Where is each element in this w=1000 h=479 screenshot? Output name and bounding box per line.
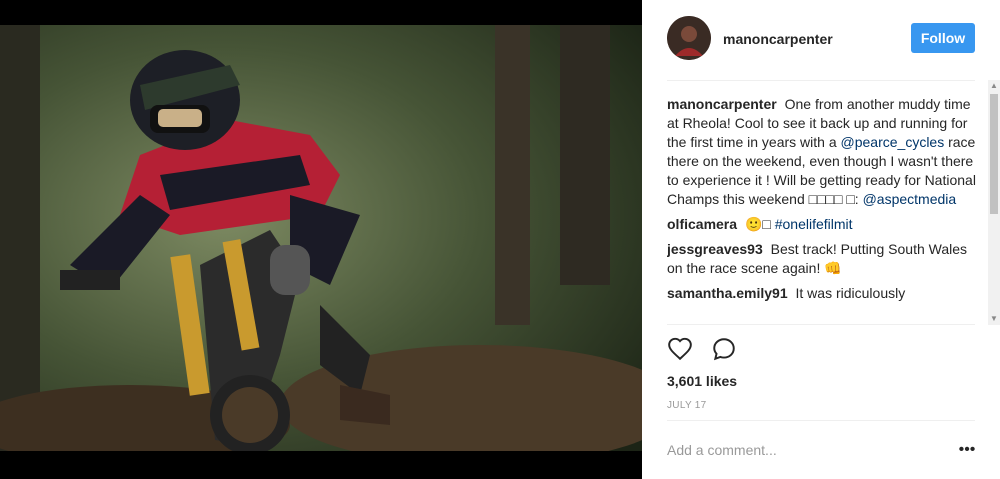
header-divider [667, 80, 975, 81]
more-options-icon[interactable]: ••• [958, 440, 976, 460]
mountain-biker-photo [0, 25, 642, 451]
post-username[interactable]: manoncarpenter [723, 31, 833, 47]
scroll-down-icon[interactable]: ▼ [990, 315, 998, 323]
comments-list: manoncarpenter One from another muddy ti… [667, 95, 977, 325]
scroll-thumb[interactable] [990, 94, 998, 214]
comment-input[interactable] [667, 440, 937, 460]
post-photo[interactable] [0, 25, 642, 451]
comment-username[interactable]: samantha.emily91 [667, 285, 788, 301]
comment-text: It was ridiculously [795, 285, 906, 301]
comment-item: jessgreaves93 Best track! Putting South … [667, 240, 977, 278]
comment-username[interactable]: jessgreaves93 [667, 241, 763, 257]
post-header: manoncarpenter Follow [667, 16, 975, 62]
comment-text: 🙂□ [744, 216, 771, 232]
scroll-up-icon[interactable]: ▲ [990, 82, 998, 90]
comment-item: samantha.emily91 It was ridiculously [667, 284, 977, 303]
comment-item: olficamera 🙂□ #onelifefilmit [667, 215, 977, 234]
speech-bubble-icon[interactable] [711, 336, 737, 362]
avatar-image [667, 16, 711, 60]
comment-hashtag[interactable]: #onelifefilmit [775, 216, 853, 232]
comments-divider [667, 324, 975, 325]
heart-icon[interactable] [667, 336, 693, 362]
caption-mention-pearce[interactable]: @pearce_cycles [841, 134, 945, 150]
caption: manoncarpenter One from another muddy ti… [667, 95, 977, 209]
likes-count[interactable]: 3,601 likes [667, 373, 737, 389]
follow-button[interactable]: Follow [911, 23, 975, 53]
caption-mention-aspect[interactable]: @aspectmedia [863, 191, 957, 207]
input-divider [667, 420, 975, 421]
post-sidebar: manoncarpenter Follow manoncarpenter One… [642, 0, 1000, 479]
post-date[interactable]: JULY 17 [667, 400, 707, 411]
comments-scrollbar[interactable]: ▲ ▼ [988, 80, 1000, 325]
caption-username[interactable]: manoncarpenter [667, 96, 777, 112]
avatar[interactable] [667, 16, 711, 60]
photo-pane [0, 0, 642, 479]
comment-username[interactable]: olficamera [667, 216, 737, 232]
